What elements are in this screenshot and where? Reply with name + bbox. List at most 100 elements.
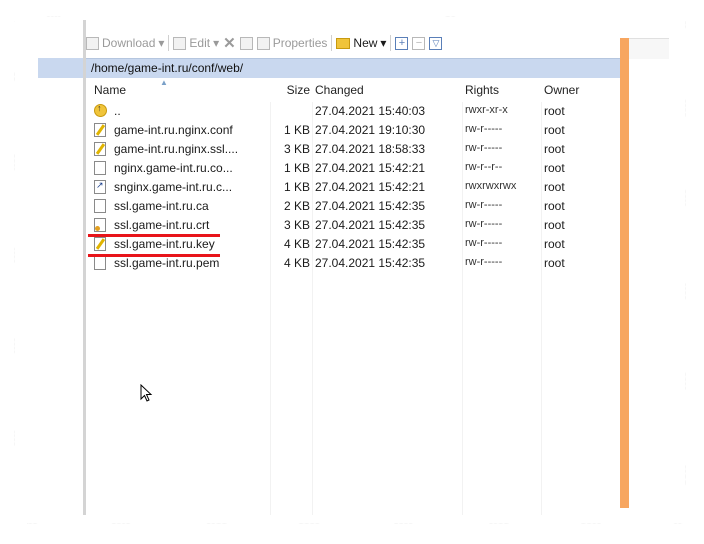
file-rights: rw-r----- xyxy=(465,142,503,154)
file-size: 4 KB xyxy=(283,256,310,270)
toolbar-separator xyxy=(390,35,392,51)
file-size: 1 KB xyxy=(283,161,310,175)
file-changed: 27.04.2021 15:40:03 xyxy=(315,104,426,118)
unselect-button[interactable]: − xyxy=(412,36,426,50)
edit-icon xyxy=(173,36,187,50)
red-underline-annotation xyxy=(88,234,220,237)
file-row[interactable]: nginx.game-int.ru.co... 1 KB 27.04.2021 15… xyxy=(86,159,620,178)
file-rights: rw-r----- xyxy=(465,218,503,230)
file-size: 2 KB xyxy=(283,199,310,213)
file-row[interactable]: ssl.game-int.ru.key 4 KB 27.04.2021 15:42:… xyxy=(86,235,620,254)
properties-label: Properties xyxy=(272,36,328,50)
file-name: ssl.game-int.ru.pem xyxy=(114,256,220,270)
edit-button[interactable]: Edit ▾ xyxy=(173,36,219,50)
plus-icon: + xyxy=(395,36,409,50)
file-changed: 27.04.2021 19:10:30 xyxy=(315,123,426,137)
new-folder-icon xyxy=(336,37,351,49)
file-changed: 27.04.2021 15:42:35 xyxy=(315,218,426,232)
filter-button[interactable]: ▽ xyxy=(429,36,443,50)
delete-button[interactable]: ✕ xyxy=(223,34,236,52)
file-name: nginx.game-int.ru.co... xyxy=(114,161,233,175)
right-path-bar xyxy=(629,38,669,59)
column-size[interactable]: Size xyxy=(274,83,310,97)
left-path-bar xyxy=(38,58,84,78)
file-name: ssl.game-int.ru.crt xyxy=(114,218,210,232)
left-panel xyxy=(38,20,84,515)
file-owner: root xyxy=(544,142,565,156)
column-owner[interactable]: Owner xyxy=(544,83,579,97)
file-name: ssl.game-int.ru.ca xyxy=(114,199,209,213)
screenshot-frame: Download ▾ Edit ▾ ✕ Properties New ▾ + −… xyxy=(0,0,704,544)
file-owner: root xyxy=(544,199,565,213)
edited-file-icon xyxy=(94,237,106,251)
edited-file-icon xyxy=(94,142,106,156)
file-name: snginx.game-int.ru.c... xyxy=(114,180,233,194)
column-rights[interactable]: Rights xyxy=(465,83,499,97)
file-owner: root xyxy=(544,237,565,251)
file-row[interactable]: ssl.game-int.ru.ca 2 KB 27.04.2021 15:42:3… xyxy=(86,197,620,216)
file-rights: rw-r----- xyxy=(465,237,503,249)
filter-icon: ▽ xyxy=(429,36,443,50)
chevron-down-icon: ▾ xyxy=(158,36,165,50)
file-rights: rw-r--r-- xyxy=(465,161,503,173)
red-underline-annotation xyxy=(88,254,220,257)
file-icon xyxy=(94,161,106,175)
properties-icon xyxy=(256,36,270,50)
file-size: 3 KB xyxy=(283,142,310,156)
toolbar-separator xyxy=(168,35,170,51)
file-changed: 27.04.2021 15:42:35 xyxy=(315,237,426,251)
certificate-file-icon xyxy=(94,218,106,232)
file-icon xyxy=(94,199,106,213)
download-button[interactable]: Download ▾ xyxy=(86,36,164,50)
sort-ascending-icon: ▲ xyxy=(160,78,168,87)
select-all-button[interactable]: + xyxy=(395,36,409,50)
path-bar[interactable]: /home/game-int.ru/conf/web/ xyxy=(86,58,620,79)
new-button[interactable]: New ▾ xyxy=(336,36,386,50)
file-changed: 27.04.2021 18:58:33 xyxy=(315,142,426,156)
toolbar: Download ▾ Edit ▾ ✕ Properties New ▾ + −… xyxy=(86,32,616,54)
file-name: ssl.game-int.ru.key xyxy=(114,237,215,251)
right-panel xyxy=(629,38,669,508)
edit-label: Edit xyxy=(189,36,211,50)
file-rights: rw-r----- xyxy=(465,256,503,268)
delete-icon: ✕ xyxy=(223,35,236,52)
file-changed: 27.04.2021 15:42:21 xyxy=(315,180,426,194)
properties-button[interactable]: Properties xyxy=(256,36,328,50)
toolbar-separator xyxy=(331,35,333,51)
download-icon xyxy=(86,36,99,50)
file-size: 1 KB xyxy=(283,123,310,137)
new-label: New xyxy=(353,36,378,50)
file-row[interactable]: .. 27.04.2021 15:40:03 rwxr-xr-x root xyxy=(86,102,620,121)
file-size: 4 KB xyxy=(283,237,310,251)
download-label: Download xyxy=(102,36,156,50)
file-row[interactable]: game-int.ru.nginx.ssl.... 3 KB 27.04.2021 … xyxy=(86,140,620,159)
current-path: /home/game-int.ru/conf/web/ xyxy=(91,61,244,75)
mouse-pointer-icon xyxy=(140,384,153,402)
file-changed: 27.04.2021 15:42:35 xyxy=(315,199,426,213)
panel-accent-bar xyxy=(620,38,629,508)
column-changed[interactable]: Changed xyxy=(315,83,364,97)
file-changed: 27.04.2021 15:42:21 xyxy=(315,161,426,175)
file-rights: rwxrwxrwx xyxy=(465,180,517,192)
file-row[interactable]: snginx.game-int.ru.c... 1 KB 27.04.2021 15… xyxy=(86,178,620,197)
chevron-down-icon: ▾ xyxy=(380,36,387,50)
rename-button[interactable] xyxy=(239,36,253,50)
column-name[interactable]: Name xyxy=(94,83,126,97)
file-icon xyxy=(94,256,106,270)
file-row[interactable]: ssl.game-int.ru.crt 3 KB 27.04.2021 15:42:… xyxy=(86,216,620,235)
file-rights: rw-r----- xyxy=(465,123,503,135)
minus-icon: − xyxy=(412,36,426,50)
file-changed: 27.04.2021 15:42:35 xyxy=(315,256,426,270)
shortcut-file-icon xyxy=(94,180,106,194)
file-size: 3 KB xyxy=(283,218,310,232)
file-owner: root xyxy=(544,218,565,232)
file-name: .. xyxy=(114,104,121,118)
parent-folder-icon xyxy=(94,103,107,117)
file-name: game-int.ru.nginx.conf xyxy=(114,123,233,137)
file-owner: root xyxy=(544,256,565,270)
file-rights: rwxr-xr-x xyxy=(465,104,508,116)
file-owner: root xyxy=(544,104,565,118)
file-owner: root xyxy=(544,123,565,137)
file-name: game-int.ru.nginx.ssl.... xyxy=(114,142,239,156)
file-row[interactable]: game-int.ru.nginx.conf 1 KB 27.04.2021 19:… xyxy=(86,121,620,140)
